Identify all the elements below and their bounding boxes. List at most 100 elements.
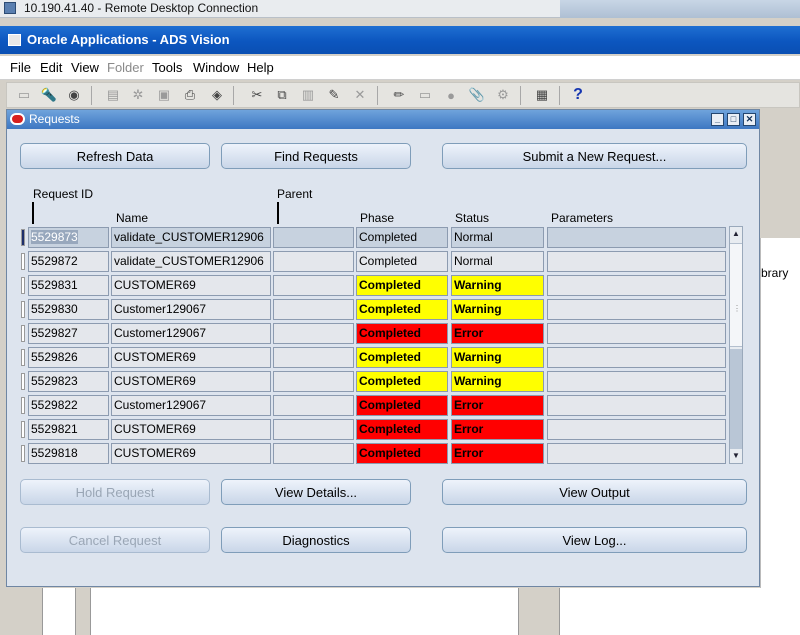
parameters-cell[interactable] (547, 419, 726, 440)
status-cell[interactable]: Normal (451, 251, 544, 272)
phase-cell[interactable]: Completed (356, 419, 448, 440)
phase-cell[interactable]: Completed (356, 227, 448, 248)
row-indicator[interactable] (21, 445, 25, 462)
print-icon[interactable]: ▣ (155, 87, 173, 103)
request-id-cell[interactable]: 5529826 (28, 347, 109, 368)
parent-cell[interactable] (273, 251, 354, 272)
find-requests-button[interactable]: Find Requests (221, 143, 411, 169)
request-id-cell[interactable]: 5529830 (28, 299, 109, 320)
name-cell[interactable]: CUSTOMER69 (111, 371, 271, 392)
name-cell[interactable]: CUSTOMER69 (111, 347, 271, 368)
parameters-cell[interactable] (547, 347, 726, 368)
parameters-cell[interactable] (547, 323, 726, 344)
navigator-icon[interactable]: ◉ (65, 87, 83, 103)
phase-cell[interactable]: Completed (356, 371, 448, 392)
phase-cell[interactable]: Completed (356, 443, 448, 464)
phase-cell[interactable]: Completed (356, 251, 448, 272)
parameters-cell[interactable] (547, 443, 726, 464)
request-id-cell[interactable]: 5529827 (28, 323, 109, 344)
edit-field-icon[interactable]: ✏ (390, 87, 408, 103)
parameters-cell[interactable] (547, 275, 726, 296)
save-icon[interactable]: ▤ (104, 87, 122, 103)
help-icon[interactable]: ? (569, 86, 587, 103)
menu-window[interactable]: Window (193, 60, 239, 75)
view-output-button[interactable]: View Output (442, 479, 747, 505)
status-cell[interactable]: Error (451, 323, 544, 344)
close-icon[interactable]: ✕ (743, 113, 756, 126)
status-cell[interactable]: Error (451, 395, 544, 416)
delete-record-icon[interactable]: ✕ (351, 87, 369, 103)
menu-view[interactable]: View (71, 60, 99, 75)
parameters-cell[interactable] (547, 227, 726, 248)
menu-help[interactable]: Help (247, 60, 274, 75)
name-cell[interactable]: validate_CUSTOMER12906 (111, 227, 271, 248)
menu-file[interactable]: File (10, 60, 31, 75)
parent-cell[interactable] (273, 419, 354, 440)
request-id-cell[interactable]: 5529821 (28, 419, 109, 440)
request-id-cell[interactable]: 5529872 (28, 251, 109, 272)
scroll-up-icon[interactable]: ▲ (730, 227, 742, 241)
scroll-track[interactable] (730, 349, 742, 449)
parent-cell[interactable] (273, 371, 354, 392)
menu-edit[interactable]: Edit (40, 60, 62, 75)
request-id-cell[interactable]: 5529823 (28, 371, 109, 392)
parameters-cell[interactable] (547, 299, 726, 320)
row-indicator[interactable] (21, 421, 25, 438)
diagnostics-button[interactable]: Diagnostics (221, 527, 411, 553)
parameters-cell[interactable] (547, 251, 726, 272)
name-cell[interactable]: Customer129067 (111, 395, 271, 416)
status-cell[interactable]: Warning (451, 371, 544, 392)
copy-icon[interactable]: ⧉ (273, 87, 291, 103)
vertical-scrollbar[interactable]: ▲ ⋮ ▼ (729, 226, 743, 464)
parent-cell[interactable] (273, 395, 354, 416)
submit-new-request-button[interactable]: Submit a New Request... (442, 143, 747, 169)
row-indicator[interactable] (21, 349, 25, 366)
row-indicator[interactable] (21, 373, 25, 390)
folder-tools-icon[interactable]: ⚙ (494, 87, 512, 103)
row-indicator[interactable] (21, 229, 25, 246)
parent-cell[interactable] (273, 323, 354, 344)
request-id-cell[interactable]: 5529831 (28, 275, 109, 296)
parent-cell[interactable] (273, 443, 354, 464)
parameters-cell[interactable] (547, 371, 726, 392)
parameters-cell[interactable] (547, 395, 726, 416)
name-cell[interactable]: CUSTOMER69 (111, 419, 271, 440)
parent-cell[interactable] (273, 347, 354, 368)
row-indicator[interactable] (21, 253, 25, 270)
menu-folder[interactable]: Folder (107, 60, 144, 75)
name-cell[interactable]: CUSTOMER69 (111, 443, 271, 464)
paste-icon[interactable]: ◈ (208, 87, 226, 103)
attachments-icon[interactable]: 📎 (468, 87, 486, 103)
menu-tools[interactable]: Tools (152, 60, 182, 75)
parent-cell[interactable] (273, 227, 354, 248)
row-indicator[interactable] (21, 301, 25, 318)
new-record-icon[interactable]: ✎ (325, 87, 343, 103)
status-cell[interactable]: Normal (451, 227, 544, 248)
phase-cell[interactable]: Completed (356, 395, 448, 416)
phase-cell[interactable]: Completed (356, 299, 448, 320)
minimize-icon[interactable]: _ (711, 113, 724, 126)
paste-special-icon[interactable]: ▥ (299, 87, 317, 103)
window-icon[interactable]: ▦ (533, 87, 551, 103)
hold-request-button[interactable]: Hold Request (20, 479, 210, 505)
parent-cell[interactable] (273, 299, 354, 320)
scroll-thumb[interactable]: ⋮ (730, 243, 742, 347)
maximize-icon[interactable]: □ (727, 113, 740, 126)
status-cell[interactable]: Error (451, 443, 544, 464)
name-cell[interactable]: Customer129067 (111, 323, 271, 344)
zoom-icon[interactable]: ▭ (416, 87, 434, 103)
scroll-down-icon[interactable]: ▼ (730, 449, 742, 463)
phase-cell[interactable]: Completed (356, 347, 448, 368)
parent-cell[interactable] (273, 275, 354, 296)
switch-responsibility-icon[interactable]: ✲ (129, 87, 147, 103)
view-log-button[interactable]: View Log... (442, 527, 747, 553)
app-window-icon[interactable] (8, 34, 21, 46)
find-icon[interactable]: 🔦 (40, 87, 58, 103)
request-id-cell[interactable]: 5529873 (28, 227, 109, 248)
name-cell[interactable]: Customer129067 (111, 299, 271, 320)
request-id-cell[interactable]: 5529822 (28, 395, 109, 416)
phase-cell[interactable]: Completed (356, 323, 448, 344)
view-details-button[interactable]: View Details... (221, 479, 411, 505)
translations-icon[interactable]: ● (442, 87, 460, 103)
cancel-request-button[interactable]: Cancel Request (20, 527, 210, 553)
